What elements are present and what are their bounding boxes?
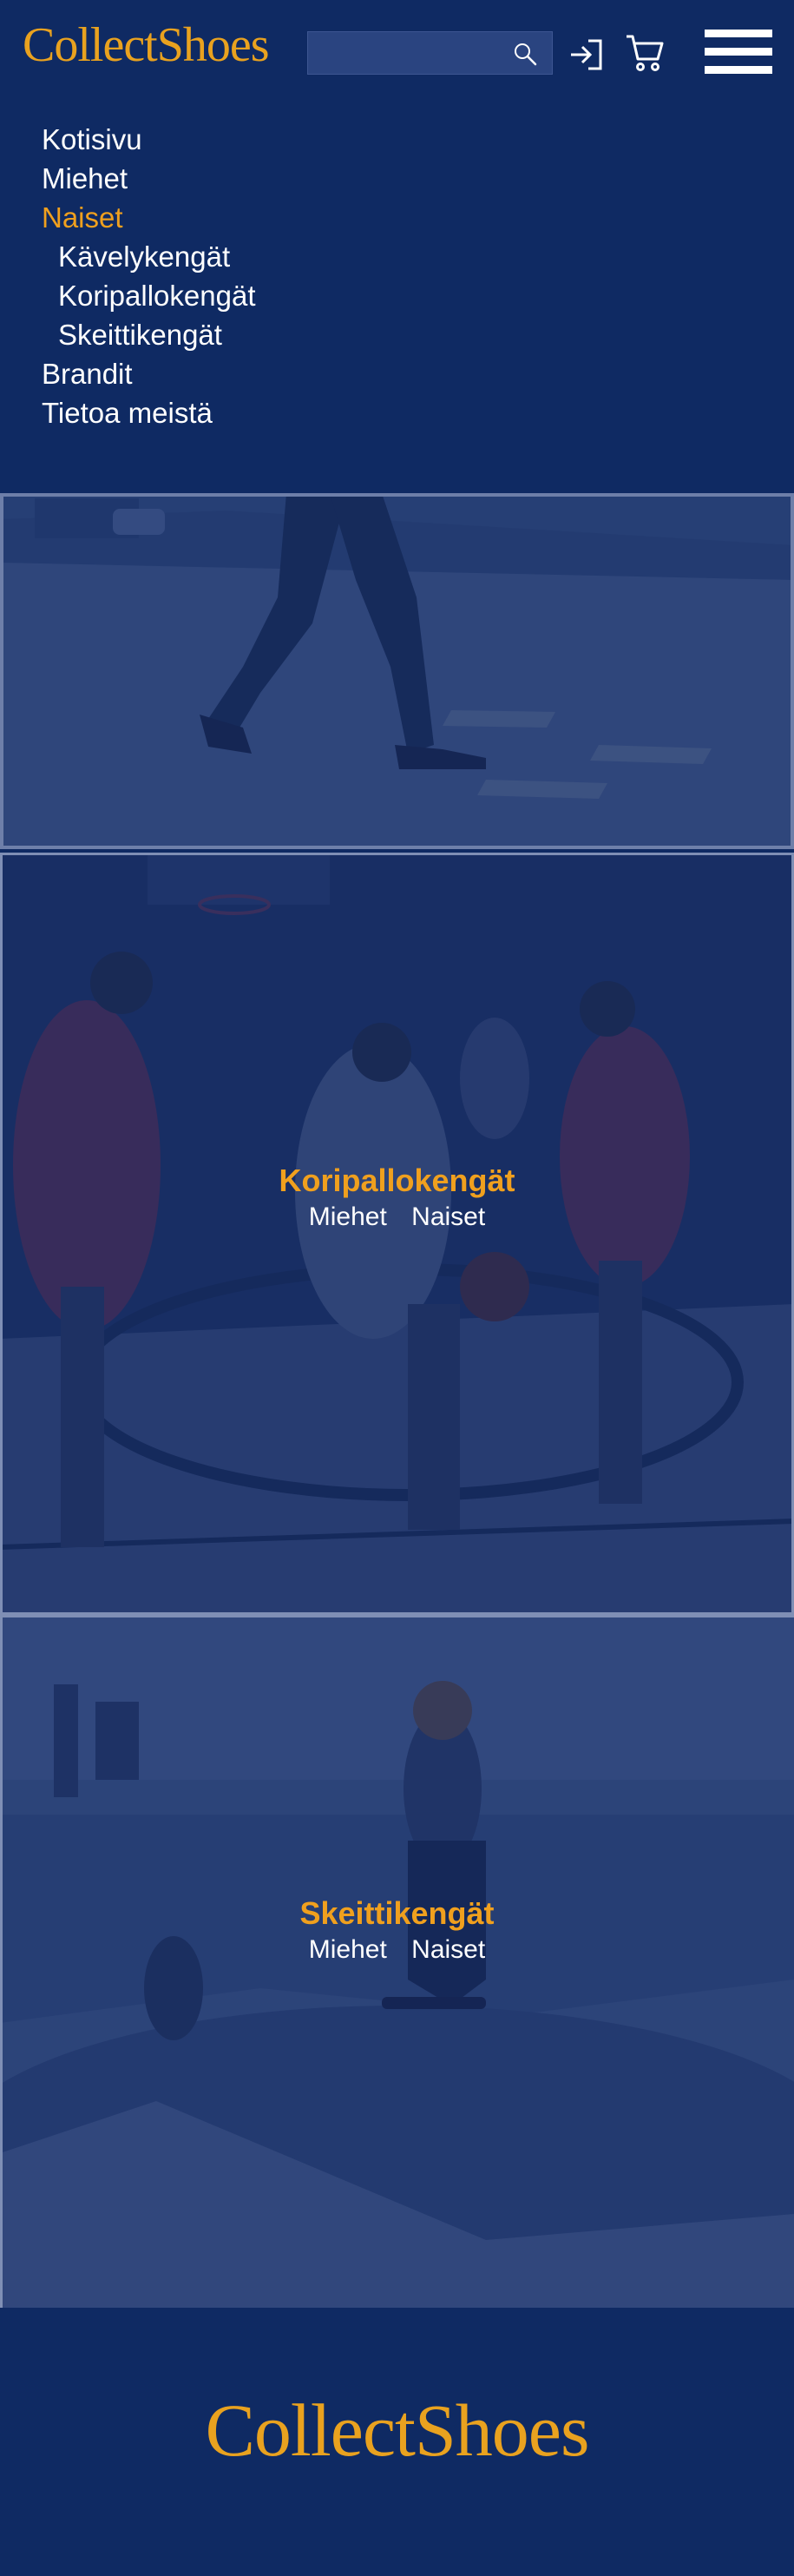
cart-icon[interactable]: [625, 33, 665, 73]
hero-skate-panel[interactable]: Skeittikengät Miehet Naiset: [0, 1615, 794, 2308]
site-footer: CollectShoes: [0, 2308, 794, 2576]
hamburger-menu-icon[interactable]: [705, 30, 772, 75]
panel-caption: Skeittikengät Miehet Naiset: [0, 1894, 794, 1967]
menu-item-miehet[interactable]: Miehet: [42, 159, 256, 198]
search-bar: [307, 31, 553, 75]
search-input[interactable]: [308, 32, 508, 74]
panel-frame: [0, 493, 794, 849]
panel-caption: Koripallokengät Miehet Naiset: [0, 1162, 794, 1235]
hamburger-bar: [705, 48, 772, 56]
panel-link-women[interactable]: Naiset: [411, 1935, 485, 1964]
panel-title[interactable]: Skeittikengät: [0, 1894, 794, 1933]
hamburger-bar: [705, 66, 772, 74]
hamburger-bar: [705, 30, 772, 37]
menu-item-koripallokengat[interactable]: Koripallokengät: [42, 276, 256, 315]
menu-item-kavelykengat[interactable]: Kävelykengät: [42, 237, 256, 276]
footer-logo[interactable]: CollectShoes: [0, 2393, 794, 2467]
hero-basketball-panel[interactable]: Koripallokengät Miehet Naiset: [0, 853, 794, 1615]
panel-link-men[interactable]: Miehet: [309, 1202, 387, 1231]
panel-link-women[interactable]: Naiset: [411, 1202, 485, 1231]
hero-walking-panel[interactable]: [0, 493, 794, 849]
panel-links: Miehet Naiset: [0, 1200, 794, 1235]
nav-menu: Kotisivu Miehet Naiset Kävelykengät Koripall…: [0, 104, 794, 493]
site-header: CollectShoes: [0, 0, 794, 104]
menu-item-brandit[interactable]: Brandit: [42, 354, 256, 393]
panel-title[interactable]: Koripallokengät: [0, 1162, 794, 1200]
site-logo[interactable]: CollectShoes: [23, 21, 270, 69]
nav-menu-list: Kotisivu Miehet Naiset Kävelykengät Koripall…: [42, 120, 256, 432]
panel-links: Miehet Naiset: [0, 1933, 794, 1967]
login-icon[interactable]: [569, 38, 604, 71]
menu-item-kotisivu[interactable]: Kotisivu: [42, 120, 256, 159]
menu-item-skeittikengat[interactable]: Skeittikengät: [42, 315, 256, 354]
panel-link-men[interactable]: Miehet: [309, 1935, 387, 1964]
menu-item-naiset[interactable]: Naiset: [42, 198, 256, 237]
menu-item-tietoa-meista[interactable]: Tietoa meistä: [42, 393, 256, 432]
search-icon[interactable]: [512, 41, 538, 67]
